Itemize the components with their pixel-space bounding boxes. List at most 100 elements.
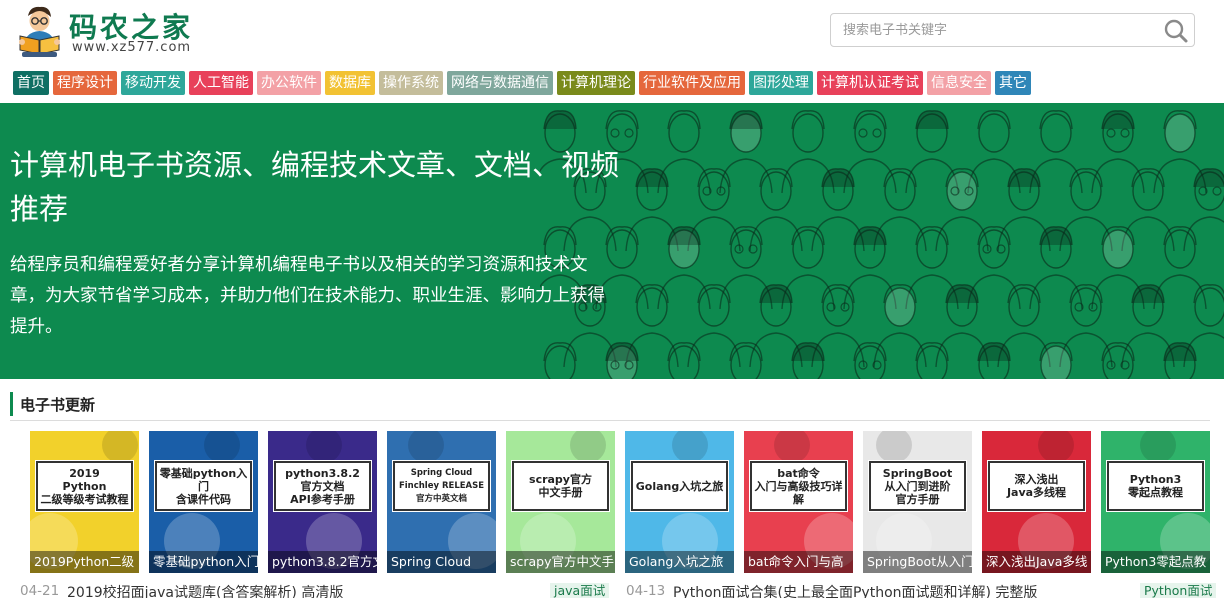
ebook-caption: scrapy官方中文手: [506, 551, 615, 573]
cover-title-box: bat命令 入门与高级技巧详解: [749, 460, 848, 512]
article-tag[interactable]: Python面试: [1140, 583, 1217, 598]
ebook-card[interactable]: Python3 零起点教程 Python3零起点教: [1101, 431, 1210, 573]
nav-item[interactable]: 计算机理论: [557, 71, 635, 95]
ebook-caption: Python3零起点教: [1101, 551, 1210, 573]
cover-title: 2019 Python 二级等级考试教程: [40, 466, 129, 506]
crowd-figure: [749, 168, 803, 252]
section-header: 电子书更新: [10, 389, 1210, 421]
crowd-figure: [687, 284, 741, 368]
nav-item[interactable]: 人工智能: [189, 71, 253, 95]
section-accent-bar: [10, 392, 13, 416]
ebook-caption: Golang入坑之旅: [625, 551, 734, 573]
cover-title: bat命令 入门与高级技巧详解: [754, 466, 843, 506]
nav-item[interactable]: 首页: [13, 71, 49, 95]
ebook-card[interactable]: 深入浅出 Java多线程深入浅出Java多线: [982, 431, 1091, 573]
cover-title: scrapy官方 中文手册: [529, 473, 592, 499]
cover-title: Spring Cloud Finchley RELEASE 官方中英文档: [398, 467, 485, 504]
article-row[interactable]: 04-21 2019校招面java试题库(含答案解析) 高清版 java面试: [20, 581, 630, 598]
nav-item[interactable]: 办公软件: [257, 71, 321, 95]
cover-title-box: Golang入坑之旅: [630, 460, 729, 512]
ebook-caption: python3.8.2官方文: [268, 551, 377, 573]
cover-title-box: Spring Cloud Finchley RELEASE 官方中英文档: [392, 460, 491, 512]
category-nav: 首页 程序设计 移动开发 人工智能 办公软件 数据库 操作系统 网络与数据通信 计算机理论 行业软…: [13, 71, 1031, 95]
cover-title: python3.8.2 官方文档 API参考手册: [285, 466, 360, 506]
crowd-figure: [935, 168, 989, 252]
search-icon: [1164, 19, 1188, 43]
ebook-card[interactable]: SpringBoot 从入门到进阶 官方手册 SpringBoot从入门: [863, 431, 972, 573]
cover-title: SpringBoot 从入门到进阶 官方手册: [882, 466, 953, 506]
crowd-figure: [873, 284, 927, 368]
crowd-figure: [1039, 342, 1073, 379]
crowd-figure: [729, 342, 763, 379]
nav-item[interactable]: 数据库: [325, 71, 375, 95]
ebook-caption: 深入浅出Java多线: [982, 551, 1091, 573]
crowd-figure: [657, 226, 711, 310]
cover-title-box: SpringBoot 从入门到进阶 官方手册: [868, 460, 967, 512]
site-logo[interactable]: 码农之家 www.xz577.com: [16, 4, 206, 60]
nav-item[interactable]: 操作系统: [379, 71, 443, 95]
crowd-illustration: [540, 110, 1224, 379]
crowd-figure: [1163, 342, 1197, 379]
banner-description: 给程序员和编程爱好者分享计算机编程电子书以及相关的学习资源和技术文章，为大家节省…: [10, 255, 605, 337]
cover-title-box: 深入浅出 Java多线程: [987, 460, 1086, 512]
cover-title-box: 零基础python入门 含课件代码: [154, 460, 253, 512]
site-header: 码农之家 www.xz577.com: [0, 0, 1224, 66]
ebook-caption: 2019Python二级: [30, 551, 139, 573]
ebook-card[interactable]: scrapy官方 中文手册 scrapy官方中文手: [506, 431, 615, 573]
crowd-figure: [977, 342, 1011, 379]
crowd-figure: [667, 342, 701, 379]
section-title: 电子书更新: [20, 396, 96, 414]
crowd-figure: [791, 342, 825, 379]
nav-item[interactable]: 网络与数据通信: [447, 71, 553, 95]
nav-item[interactable]: 其它: [995, 71, 1031, 95]
banner-title: 计算机电子书资源、编程技术文章、文档、视频推荐: [10, 148, 620, 226]
cover-title: 深入浅出 Java多线程: [1006, 473, 1067, 499]
crowd-figure: [605, 342, 639, 379]
search-input[interactable]: [831, 14, 1151, 46]
cover-title: Python3 零起点教程: [1128, 473, 1183, 499]
cover-title: Golang入坑之旅: [635, 479, 724, 493]
nav-item[interactable]: 行业软件及应用: [639, 71, 745, 95]
search-button[interactable]: [1162, 18, 1190, 44]
cover-title-box: 2019 Python 二级等级考试教程: [35, 460, 134, 512]
crowd-figure: [1029, 226, 1083, 310]
article-date: 04-21: [20, 583, 60, 598]
article-row[interactable]: 04-13 Python面试合集(史上最全面Python面试题和详解) 完整版 Py…: [626, 581, 1220, 598]
article-title[interactable]: 2019校招面java试题库(含答案解析) 高清版: [67, 582, 343, 598]
cover-title-box: Python3 零起点教程: [1106, 460, 1205, 512]
article-list: 04-21 2019校招面java试题库(含答案解析) 高清版 java面试 04-1…: [0, 581, 1224, 598]
ebook-card[interactable]: python3.8.2 官方文档 API参考手册 python3.8.2官方文: [268, 431, 377, 573]
hero-banner: 计算机电子书资源、编程技术文章、文档、视频推荐 给程序员和编程爱好者分享计算机编…: [0, 103, 1224, 379]
crowd-figure: [719, 110, 773, 194]
ebook-caption: SpringBoot从入门: [863, 551, 972, 573]
search-box: [830, 13, 1195, 47]
crowd-figure: [915, 342, 949, 379]
crowd-figure: [853, 342, 887, 379]
article-date: 04-13: [626, 583, 666, 598]
crowd-figure: [1183, 168, 1224, 252]
crowd-figure: [1091, 110, 1145, 194]
article-tag[interactable]: java面试: [550, 583, 610, 598]
cover-title-box: scrapy官方 中文手册: [511, 460, 610, 512]
nav-item[interactable]: 信息安全: [927, 71, 991, 95]
ebook-grid: 2019 Python 二级等级考试教程 2019Python二级 零基础pytho…: [30, 431, 1220, 573]
cover-title-box: python3.8.2 官方文档 API参考手册: [273, 460, 372, 512]
article-title[interactable]: Python面试合集(史上最全面Python面试题和详解) 完整版: [673, 582, 1037, 598]
site-url: www.xz577.com: [72, 40, 192, 55]
ebook-card[interactable]: Spring Cloud Finchley RELEASE 官方中英文档 Spri…: [387, 431, 496, 573]
ebook-card[interactable]: 零基础python入门 含课件代码零基础python入门: [149, 431, 258, 573]
nav-item[interactable]: 移动开发: [121, 71, 185, 95]
nav-item[interactable]: 程序设计: [53, 71, 117, 95]
crowd-figure: [543, 342, 577, 379]
cover-title: 零基础python入门 含课件代码: [159, 466, 248, 506]
ebook-card[interactable]: Golang入坑之旅 Golang入坑之旅: [625, 431, 734, 573]
ebook-caption: Spring Cloud: [387, 551, 496, 573]
ebook-caption: 零基础python入门: [149, 551, 258, 573]
nav-item[interactable]: 图形处理: [749, 71, 813, 95]
ebook-caption: bat命令入门与高: [744, 551, 853, 573]
reader-mascot-icon: [19, 6, 60, 57]
ebook-card[interactable]: bat命令 入门与高级技巧详解 bat命令入门与高: [744, 431, 853, 573]
crowd-figure: [1101, 342, 1135, 379]
ebook-card[interactable]: 2019 Python 二级等级考试教程 2019Python二级: [30, 431, 139, 573]
nav-item[interactable]: 计算机认证考试: [817, 71, 923, 95]
